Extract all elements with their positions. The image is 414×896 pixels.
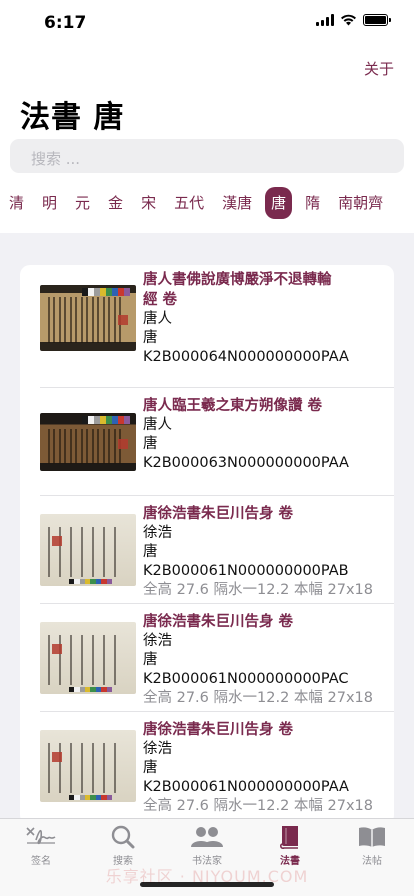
- dynasty-tab-bar: 清明元金宋五代 漢唐唐隋南朝齊: [0, 185, 414, 221]
- wifi-icon: [341, 14, 356, 26]
- item-title: 唐人臨王羲之東方朔像讚 卷: [143, 398, 323, 414]
- status-time: 6:17: [44, 13, 87, 33]
- tab-calligraphers[interactable]: 书法家: [166, 823, 248, 867]
- item-code: K2B000064N000000000PAA: [143, 349, 349, 365]
- item-dynasty: 唐: [143, 760, 158, 776]
- item-code: K2B000061N000000000PAC: [143, 671, 349, 687]
- item-title: 唐徐浩書朱巨川告身 卷: [143, 614, 294, 630]
- dynasty-tab[interactable]: 漢唐: [213, 187, 261, 219]
- dynasty-tab[interactable]: 金: [99, 187, 132, 219]
- item-code: K2B000061N000000000PAA: [143, 779, 349, 795]
- dynasty-tab[interactable]: 明: [33, 187, 66, 219]
- list-item[interactable]: 唐人臨王羲之東方朔像讚 卷唐人唐 K2B000063N000000000PAA: [20, 388, 394, 496]
- artwork-list: 唐人書佛說廣博嚴淨不退轉輪經 卷唐人唐 K2B000064N000000000PA…: [20, 265, 394, 825]
- item-author: 徐浩: [143, 525, 172, 541]
- list-item[interactable]: 唐徐浩書朱巨川告身 卷徐浩唐 K2B000061N000000000PAB 全高 2…: [20, 496, 394, 604]
- list-item[interactable]: 唐人書佛說廣博嚴淨不退轉輪經 卷唐人唐 K2B000064N000000000PA…: [20, 265, 394, 388]
- artwork-thumbnail: [40, 413, 136, 471]
- tab-signature[interactable]: 签名: [0, 823, 82, 867]
- item-dynasty: 唐: [143, 544, 158, 560]
- home-indicator: [140, 882, 274, 887]
- artwork-thumbnail: [40, 514, 136, 586]
- tab-calligraphy-works[interactable]: 法書: [249, 823, 331, 867]
- book-icon: [279, 826, 298, 850]
- item-title: 唐徐浩書朱巨川告身 卷: [143, 506, 294, 522]
- dynasty-tab[interactable]: 五代: [165, 187, 213, 219]
- dynasty-tab[interactable]: 隋: [296, 187, 329, 219]
- item-dynasty: 唐: [143, 436, 158, 452]
- item-author: 徐浩: [143, 741, 172, 757]
- search-placeholder: 搜索 ...: [31, 150, 81, 168]
- open-book-icon: [359, 827, 385, 847]
- artwork-thumbnail: [40, 285, 136, 351]
- item-code: K2B000063N000000000PAA: [143, 455, 349, 471]
- item-dynasty: 唐: [143, 652, 158, 668]
- status-icons: [316, 14, 391, 26]
- item-title: 唐徐浩書朱巨川告身 卷: [143, 722, 294, 738]
- artwork-thumbnail: [40, 622, 136, 694]
- dynasty-tab[interactable]: 南朝齊: [329, 187, 392, 219]
- artwork-thumbnail: [40, 730, 136, 802]
- page-title: 法書 唐: [20, 100, 125, 135]
- cellular-signal-icon: [316, 14, 334, 26]
- list-item[interactable]: 唐徐浩書朱巨川告身 卷徐浩唐 K2B000061N000000000PAC 全高 2…: [20, 604, 394, 712]
- battery-icon: [363, 14, 391, 26]
- tab-search[interactable]: 搜索: [82, 823, 164, 867]
- tab-rubbings[interactable]: 法帖: [331, 823, 413, 867]
- signature-icon: [26, 827, 56, 845]
- dynasty-tab[interactable]: 清: [0, 187, 33, 219]
- dynasty-tab[interactable]: 唐: [265, 187, 293, 219]
- item-author: 徐浩: [143, 633, 172, 649]
- status-bar: 6:17: [0, 0, 414, 46]
- item-code: K2B000061N000000000PAB: [143, 563, 349, 579]
- item-dimensions: 全高 27.6 隔水一12.2 本幅 27x18: [143, 798, 373, 814]
- item-title-continued: 經 卷: [143, 292, 178, 308]
- people-icon: [191, 827, 223, 847]
- item-dynasty: 唐: [143, 330, 158, 346]
- list-item[interactable]: 唐徐浩書朱巨川告身 卷徐浩唐 K2B000061N000000000PAA 全高 2…: [20, 712, 394, 825]
- dynasty-tab[interactable]: 宋: [132, 187, 165, 219]
- about-link[interactable]: 关于: [364, 58, 394, 79]
- search-icon: [111, 825, 135, 849]
- item-title: 唐人書佛說廣博嚴淨不退轉輪: [143, 272, 332, 288]
- item-author: 唐人: [143, 417, 172, 433]
- dynasty-tab[interactable]: 元: [66, 187, 99, 219]
- item-author: 唐人: [143, 311, 172, 327]
- item-dimensions: 全高 27.6 隔水一12.2 本幅 27x18: [143, 582, 373, 598]
- item-dimensions: 全高 27.6 隔水一12.2 本幅 27x18: [143, 690, 373, 706]
